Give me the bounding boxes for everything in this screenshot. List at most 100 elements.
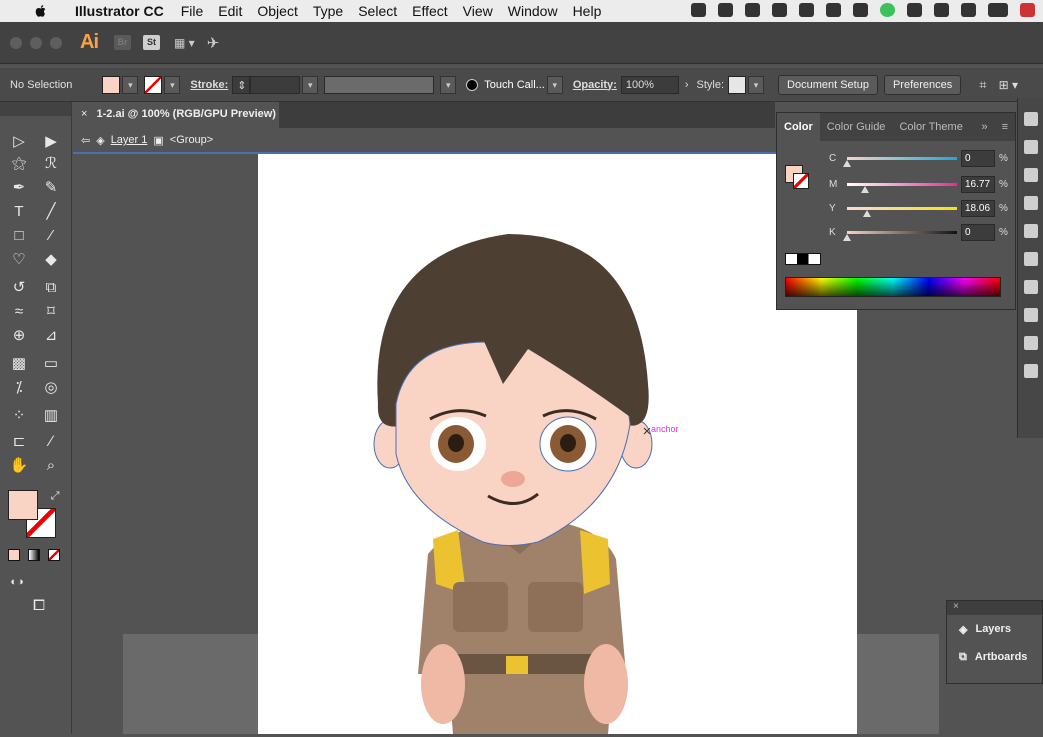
menu-help[interactable]: Help (573, 3, 602, 19)
close-tab-icon[interactable]: × (81, 108, 87, 120)
swap-fill-stroke-icon[interactable]: ⤢ (44, 486, 66, 506)
style-swatch[interactable] (728, 75, 747, 94)
artboard[interactable]: anchor (258, 154, 857, 734)
dock-stroke-icon[interactable] (1023, 280, 1038, 294)
variable-width-profile[interactable] (324, 75, 435, 94)
slider-m-track[interactable] (847, 182, 957, 193)
menu-select[interactable]: Select (358, 3, 397, 19)
perspective-grid-tool-icon[interactable]: ⊿ (40, 326, 62, 346)
tab-color-theme[interactable]: Color Theme (892, 121, 969, 133)
paintbrush-tool-icon[interactable]: ⁄ (40, 226, 62, 246)
slider-c-input[interactable]: 0 (961, 149, 995, 167)
gpu-performance-icon[interactable]: ✈ (207, 34, 220, 52)
none-black-white-swatches[interactable] (785, 253, 821, 265)
slider-y-input[interactable]: 18.06 (961, 199, 995, 217)
volume-icon[interactable] (961, 3, 976, 17)
menu-object[interactable]: Object (257, 3, 297, 19)
document-tab[interactable]: × 1-2.ai @ 100% (RGB/GPU Preview) (73, 102, 279, 128)
lasso-tool-icon[interactable]: ℛ (40, 154, 62, 174)
battery-icon[interactable] (988, 3, 1008, 17)
bridge-button[interactable]: Br (114, 35, 131, 50)
magic-wand-tool-icon[interactable]: ⚝ (8, 154, 30, 174)
flag-icon[interactable] (1020, 3, 1035, 17)
dock-gradient-icon[interactable] (1023, 308, 1038, 322)
status-tray-icon[interactable] (772, 3, 787, 17)
close-window-button[interactable] (10, 36, 22, 49)
zoom-tool-icon[interactable]: ⌕ (40, 456, 62, 476)
mesh-tool-icon[interactable]: ▩ (8, 354, 30, 374)
gradient-mode-button[interactable] (28, 549, 40, 561)
wifi-icon[interactable] (934, 3, 949, 17)
shape-builder-tool-icon[interactable]: ⊕ (8, 326, 30, 346)
drawing-mode-icon[interactable]: ◐◑ (6, 572, 28, 592)
hand-tool-icon[interactable]: ✋ (8, 456, 30, 476)
opacity-arrow-icon[interactable]: › (685, 79, 689, 91)
status-tool-icon[interactable] (799, 3, 814, 17)
blend-tool-icon[interactable]: ◎ (40, 378, 62, 398)
status-line-icon[interactable] (880, 3, 895, 17)
stroke-weight-dropdown[interactable]: ▾ (302, 75, 319, 94)
stroke-label[interactable]: Stroke: (190, 79, 228, 91)
dock-graphic-styles-icon[interactable] (1023, 252, 1038, 266)
slider-c-thumb[interactable] (843, 159, 851, 167)
apple-logo-icon[interactable] (33, 3, 49, 19)
fill-swatch[interactable] (102, 75, 121, 94)
stroke-dropdown[interactable]: ▾ (164, 75, 181, 94)
panel-menu-icon[interactable]: ≡ (995, 121, 1015, 133)
tab-color-guide[interactable]: Color Guide (820, 121, 893, 133)
symbol-sprayer-tool-icon[interactable]: ⁘ (8, 406, 30, 426)
document-setup-button[interactable]: Document Setup (778, 74, 878, 95)
back-arrow-icon[interactable]: ⇦ (81, 134, 90, 147)
status-bluetooth-icon[interactable] (907, 3, 922, 17)
free-transform-tool-icon[interactable]: ⌑ (40, 302, 62, 322)
menu-type[interactable]: Type (313, 3, 343, 19)
status-box-icon[interactable] (853, 3, 868, 17)
slider-k-track[interactable] (843, 230, 957, 241)
slider-k-thumb[interactable] (843, 233, 851, 241)
style-dropdown[interactable]: ▾ (748, 75, 765, 94)
artboards-panel-item[interactable]: ⧉ Artboards (947, 643, 1042, 671)
line-tool-icon[interactable]: ╱ (40, 202, 62, 222)
fill-dropdown[interactable]: ▾ (122, 75, 139, 94)
slider-k-input[interactable]: 0 (961, 223, 995, 241)
status-docker-icon[interactable] (745, 3, 760, 17)
screen-mode-icon[interactable]: ⧠ (28, 596, 50, 616)
gradient-tool-icon[interactable]: ▭ (40, 354, 62, 374)
panel-expand-icon[interactable]: » (974, 121, 994, 133)
dock-transparency-icon[interactable] (1023, 336, 1038, 350)
selection-tool-icon[interactable]: ▷ (8, 132, 30, 152)
status-search-icon[interactable] (691, 3, 706, 17)
menu-edit[interactable]: Edit (218, 3, 242, 19)
rotate-tool-icon[interactable]: ↺ (8, 278, 30, 298)
slider-m-thumb[interactable] (861, 185, 870, 193)
curvature-tool-icon[interactable]: ✎ (40, 178, 62, 198)
brush-dropdown[interactable]: ▾ (546, 75, 563, 94)
scale-tool-icon[interactable]: ⧉ (40, 278, 62, 298)
stroke-weight-input[interactable] (250, 75, 301, 94)
stock-button[interactable]: St (143, 35, 160, 50)
transform-icon[interactable]: ⌗ (979, 77, 986, 93)
dock-libraries-icon[interactable] (1023, 140, 1038, 154)
dock-brushes-icon[interactable] (1023, 224, 1038, 238)
menu-file[interactable]: File (181, 3, 204, 19)
eraser-tool-icon[interactable]: ◆ (40, 250, 62, 270)
graph-tool-icon[interactable]: ▥ (40, 406, 62, 426)
stroke-weight-field[interactable]: ⇕ (232, 75, 251, 94)
breadcrumb-layer[interactable]: Layer 1 (111, 134, 148, 146)
status-cloud-icon[interactable] (718, 3, 733, 17)
align-icon[interactable]: ⊞ ▾ (999, 78, 1018, 92)
dock-align-icon[interactable] (1023, 364, 1038, 378)
color-mode-button[interactable] (8, 549, 20, 561)
fill-color-box-front[interactable] (8, 490, 38, 520)
brush-name[interactable]: Touch Call... (484, 79, 545, 91)
menu-window[interactable]: Window (508, 3, 558, 19)
opacity-input[interactable]: 100% (620, 75, 679, 94)
dock-appearance-icon[interactable] (1023, 168, 1038, 182)
arrange-documents-icon[interactable]: ▦ ▾ (174, 36, 195, 50)
menu-app-name[interactable]: Illustrator CC (75, 3, 164, 19)
warp-tool-icon[interactable]: ≈ (8, 302, 30, 322)
color-spectrum[interactable] (785, 277, 1001, 297)
slider-y-track[interactable] (847, 206, 957, 217)
dock-properties-icon[interactable] (1023, 112, 1038, 126)
type-tool-icon[interactable]: T (8, 202, 30, 222)
